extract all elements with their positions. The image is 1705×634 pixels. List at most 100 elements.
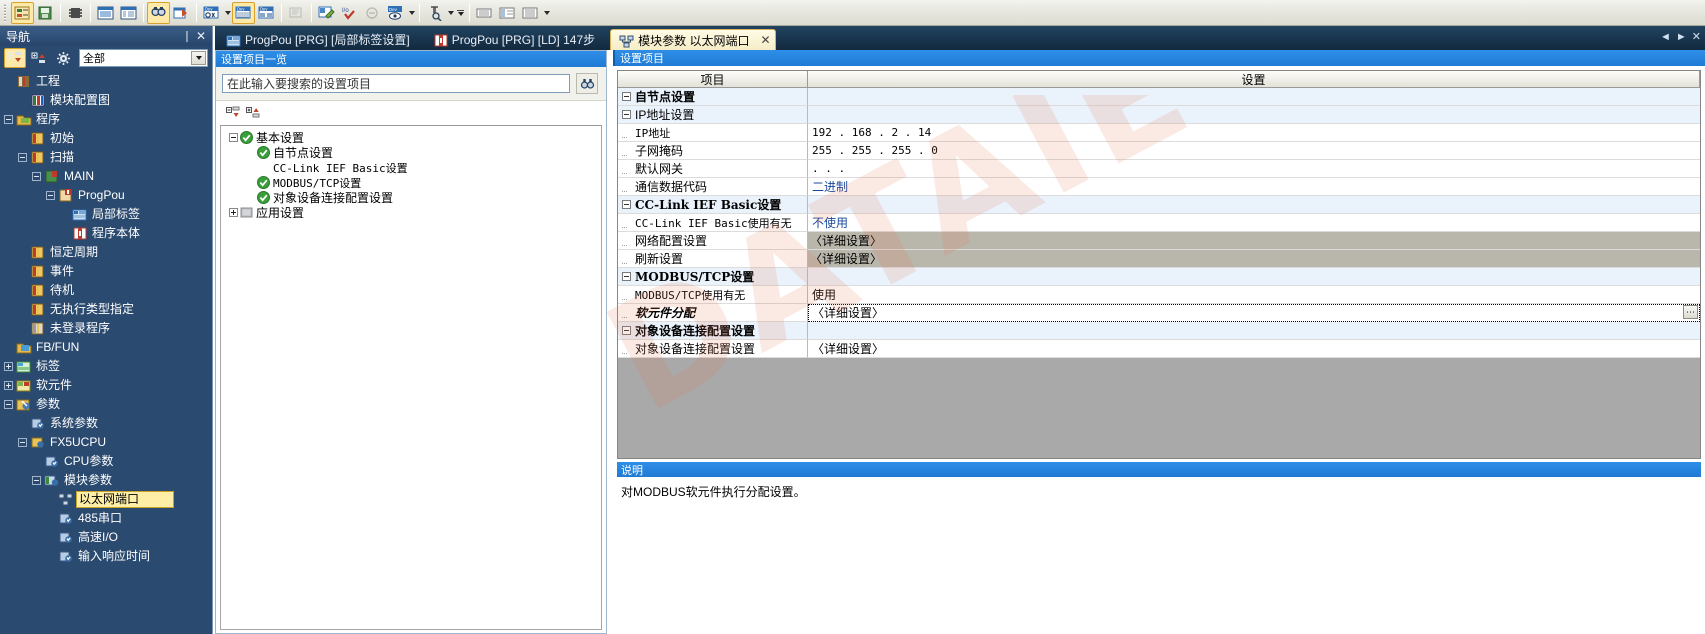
tab-1[interactable]: ProgPou [PRG] [LD] 147步 [425,29,607,50]
project-tree-icon[interactable] [11,1,34,24]
setting-tree-item-3[interactable]: MODBUS/TCP设置 [221,175,601,190]
tab-close-icon[interactable]: ✕ [760,33,770,47]
comment-edit-icon[interactable] [315,2,338,24]
settings-row[interactable]: 默认网关 . . . [618,160,1700,178]
device-find-dropdown-icon[interactable] [223,2,232,24]
device-find-icon[interactable]: Dev [200,2,223,24]
sidebar-item-10[interactable]: 事件 [0,262,212,281]
sidebar-item-2[interactable]: 程序 [0,110,212,129]
collapse-icon[interactable] [622,200,631,209]
sidebar-item-25[interactable]: 输入响应时间 [0,547,212,566]
collapse-icon[interactable] [32,476,41,485]
settings-row-value-cell[interactable] [808,322,1700,340]
setting-tree-item-2[interactable]: CC-Link IEF Basic设置 [221,160,601,175]
list-view-icon[interactable] [94,2,117,24]
sidebar-item-21[interactable]: 模块参数 [0,471,212,490]
sidebar-item-16[interactable]: 软元件 [0,376,212,395]
simulation-icon[interactable] [361,2,384,24]
collapse-icon[interactable] [622,110,631,119]
collapse-icon[interactable] [622,272,631,281]
settings-row-value-cell[interactable]: 〈详细设置〉 [808,232,1700,250]
module-config-icon[interactable] [64,2,87,24]
sidebar-item-4[interactable]: 扫描 [0,148,212,167]
settings-row-value-cell[interactable]: 二进制 [808,178,1700,196]
device-list-icon[interactable]: Dev [232,1,255,24]
search-input[interactable] [222,74,570,93]
settings-row-value-cell[interactable] [808,106,1700,124]
sidebar-item-22[interactable]: 以太网端口 [0,490,212,509]
settings-row[interactable]: 对象设备连接配置设置 [618,322,1700,340]
collapse-icon[interactable] [622,326,631,335]
collapse-tree-icon[interactable] [226,106,242,121]
expand-icon[interactable] [4,362,13,371]
sidebar-item-3[interactable]: 初始 [0,129,212,148]
settings-row-value-cell[interactable]: 192 . 168 . 2 . 14 [808,124,1700,142]
settings-row-value-cell[interactable] [808,268,1700,286]
sidebar-item-15[interactable]: 标签 [0,357,212,376]
sidebar-item-18[interactable]: 系统参数 [0,414,212,433]
setting-tree-item-4[interactable]: 对象设备连接配置设置 [221,190,601,205]
settings-row-value-cell[interactable]: . . . [808,160,1700,178]
close-icon[interactable]: ✕ [194,29,208,43]
collapse-icon[interactable] [18,153,27,162]
find-icon[interactable] [147,1,170,24]
sidebar-item-8[interactable]: 程序本体 [0,224,212,243]
find-replace-icon[interactable] [170,2,193,24]
settings-row[interactable]: 对象设备连接配置设置 〈详细设置〉 [618,340,1700,358]
collapse-icon[interactable] [622,92,631,101]
io-assignment-icon[interactable]: I/o [338,2,361,24]
settings-row[interactable]: 刷新设置 〈详细设置〉 [618,250,1700,268]
expand-tree-icon[interactable] [246,106,262,121]
settings-row-value-cell[interactable] [808,88,1700,106]
settings-row-value-cell[interactable]: 〈详细设置〉 [808,250,1700,268]
sidebar-item-11[interactable]: 待机 [0,281,212,300]
open-detail-dialog-button[interactable]: ⋯ [1683,305,1698,319]
ladder-narrow-icon[interactable] [473,2,496,24]
collapse-icon[interactable] [4,115,13,124]
settings-row[interactable]: CC-Link IEF Basic使用有无 不使用 [618,214,1700,232]
ladder-dropdown-icon[interactable] [542,2,551,24]
sidebar-item-12[interactable]: 无执行类型指定 [0,300,212,319]
settings-row[interactable]: MODBUS/TCP设置 [618,268,1700,286]
setting-tree-item-1[interactable]: 自节点设置 [221,145,601,160]
collapse-icon[interactable] [18,438,27,447]
settings-row[interactable]: IP地址 192 . 168 . 2 . 14 [618,124,1700,142]
settings-row-value-cell[interactable]: 〈详细设置〉 [808,340,1700,358]
collapse-icon[interactable] [229,133,238,142]
nav-settings-icon[interactable] [52,48,74,68]
watch-dropdown-icon[interactable] [446,2,455,24]
tab-0[interactable]: ProgPou [PRG] [局部标签设置] [218,29,422,50]
sidebar-item-13[interactable]: 未登录程序 [0,319,212,338]
sidebar-item-6[interactable]: ProgPou [0,186,212,205]
settings-row-value-cell[interactable]: 使用 [808,286,1700,304]
detail-view-icon[interactable] [117,2,140,24]
nav-filter-combo[interactable]: 全部 [79,49,208,67]
tab-prev-icon[interactable]: ◄ [1660,31,1671,43]
settings-row[interactable]: 网络配置设置 〈详细设置〉 [618,232,1700,250]
sidebar-item-24[interactable]: 高速I/O [0,528,212,547]
binoculars-icon[interactable] [576,73,598,94]
save-project-icon[interactable] [34,2,57,24]
collapse-icon[interactable] [46,191,55,200]
sidebar-item-5[interactable]: MAIN [0,167,212,186]
collapse-icon[interactable] [32,172,41,181]
selected-detail-setting-button[interactable]: 〈详细设置〉 [808,303,1700,322]
settings-row[interactable]: 软元件分配 〈详细设置〉 ⋯ [618,303,1700,322]
settings-row-value-cell[interactable]: 255 . 255 . 255 . 0 [808,142,1700,160]
sidebar-item-20[interactable]: CPU参数 [0,452,212,471]
detail-setting-button[interactable]: 〈详细设置〉 [808,250,1700,267]
settings-row-value-cell[interactable]: 不使用 [808,214,1700,232]
ladder-list-icon[interactable] [519,2,542,24]
settings-row[interactable]: CC-Link IEF Basic设置 [618,196,1700,214]
sidebar-item-9[interactable]: 恒定周期 [0,243,212,262]
toolbar-grip[interactable] [3,3,8,22]
collapse-all-icon[interactable] [4,48,26,68]
device-monitor-icon[interactable]: Dev [384,2,407,24]
settings-row[interactable]: 子网掩码 255 . 255 . 255 . 0 [618,142,1700,160]
device-monitor-dropdown-icon[interactable] [407,2,416,24]
pin-icon[interactable]: 丨 [180,29,194,44]
sidebar-item-23[interactable]: 485串口 [0,509,212,528]
settings-row-value-cell[interactable] [808,196,1700,214]
setting-tree-item-0[interactable]: 基本设置 [221,130,601,145]
device-batch-icon[interactable]: Dev [255,2,278,24]
